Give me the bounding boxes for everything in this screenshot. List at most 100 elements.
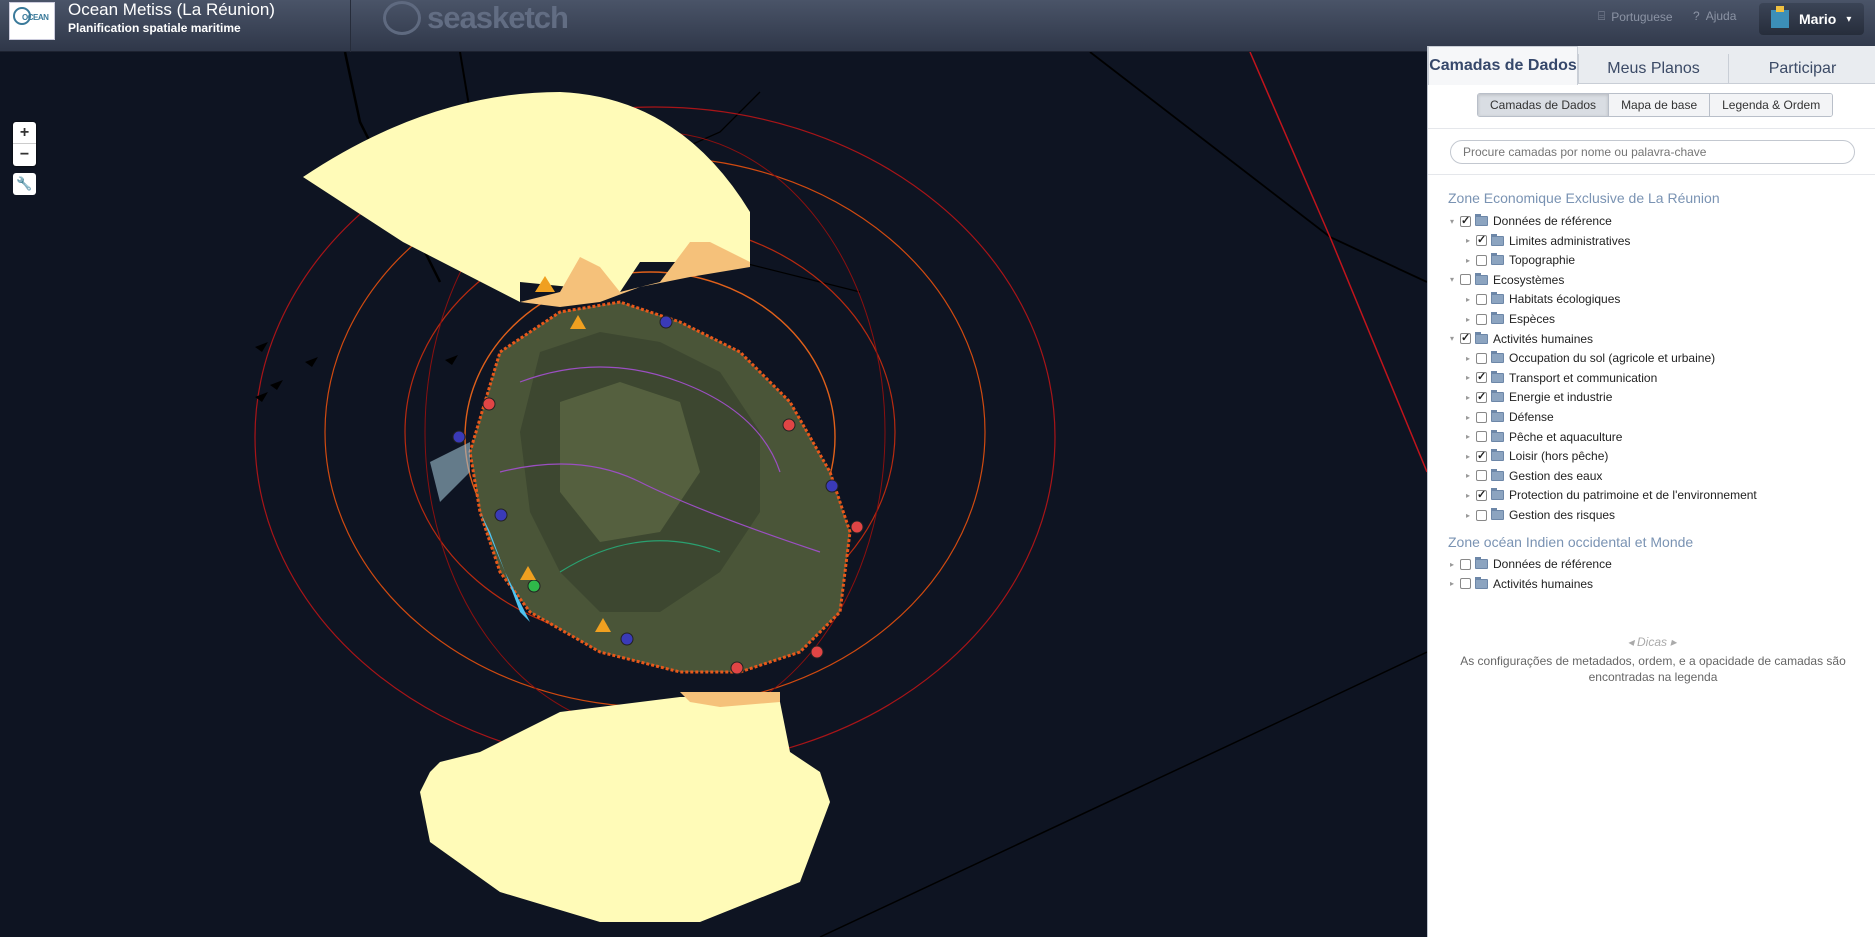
chevron-right-icon[interactable]: ▸ [1462, 295, 1474, 304]
layer-label: Habitats écologiques [1509, 292, 1621, 307]
chevron-down-icon[interactable]: ▾ [1446, 275, 1458, 284]
layer-tree-item[interactable]: ▸ Activités humaines [1446, 576, 1593, 592]
layer-tree-item[interactable]: ▸ Gestion des eaux [1462, 468, 1602, 484]
subtab-mapa-de-base[interactable]: Mapa de base [1609, 94, 1711, 116]
folder-icon [1491, 468, 1504, 481]
folder-icon [1491, 508, 1504, 520]
layer-checkbox[interactable] [1460, 331, 1471, 345]
project-title[interactable]: Ocean Metiss (La Réunion) [68, 0, 275, 20]
folder-icon [1475, 331, 1488, 344]
tips-nav: ◂ Dicas ▸ [1428, 635, 1875, 649]
chevron-right-icon[interactable]: ▸ [1462, 315, 1474, 324]
layer-tree-item[interactable]: ▾ Ecosystèmes [1446, 272, 1564, 288]
layer-checkbox[interactable] [1476, 254, 1487, 266]
chevron-right-icon[interactable]: ▸ [1462, 432, 1474, 441]
layer-label: Topographie [1509, 253, 1576, 268]
layer-label: Activités humaines [1493, 331, 1594, 346]
chevron-down-icon[interactable]: ▾ [1446, 334, 1458, 343]
chevron-right-icon[interactable]: ▸ [1462, 452, 1474, 461]
layer-checkbox[interactable] [1460, 558, 1471, 570]
chevron-right-icon[interactable]: ▸ [1670, 635, 1676, 649]
layer-label: Occupation du sol (agricole et urbaine) [1509, 351, 1716, 366]
layer-checkbox[interactable] [1460, 578, 1471, 590]
chevron-right-icon[interactable]: ▸ [1462, 256, 1474, 265]
layer-tree-item[interactable]: ▸ Limites administratives [1462, 233, 1630, 249]
layer-tree-item[interactable]: ▸ Loisir (hors pêche) [1462, 448, 1608, 464]
divider [1428, 128, 1875, 129]
layer-checkbox[interactable] [1476, 449, 1487, 462]
layer-tree-item[interactable]: ▸ Transport et communication [1462, 370, 1657, 386]
layer-tree-item[interactable]: ▸ Energie et industrie [1462, 389, 1612, 405]
layer-tree-item[interactable]: ▸ Défense [1462, 409, 1554, 425]
layer-tree-item[interactable]: ▾ Données de référence [1446, 213, 1612, 229]
layer-tree-item[interactable]: ▸ Protection du patrimoine et de l'enviro… [1462, 487, 1757, 503]
panel-tabs: Camadas de Dados Meus Planos Participar [1428, 46, 1875, 85]
seasketch-brand[interactable]: seasketch [383, 0, 569, 36]
layer-checkbox[interactable] [1476, 293, 1487, 305]
user-menu-button[interactable]: Mario ▾ [1759, 3, 1864, 35]
tab-meus-planos[interactable]: Meus Planos [1578, 54, 1728, 84]
layer-checkbox[interactable] [1476, 233, 1487, 247]
layers-panel: Camadas de Dados Meus Planos Participar … [1427, 46, 1875, 937]
chevron-right-icon[interactable]: ▸ [1446, 560, 1458, 569]
chevron-right-icon[interactable]: ▸ [1462, 471, 1474, 480]
wrench-tool-button[interactable]: 🔧 [13, 173, 36, 195]
chevron-right-icon[interactable]: ▸ [1462, 413, 1474, 422]
layer-label: Ecosystèmes [1493, 272, 1565, 287]
layer-checkbox[interactable] [1476, 488, 1487, 501]
chevron-down-icon: ▾ [1846, 13, 1852, 25]
layer-subtabs: Camadas de Dados Mapa de base Legenda & … [1477, 93, 1834, 117]
layer-label: Données de référence [1493, 557, 1612, 571]
layer-tree-item[interactable]: ▸ Occupation du sol (agricole et urbaine) [1462, 350, 1715, 366]
tab-participar[interactable]: Participar [1728, 54, 1875, 84]
chevron-right-icon[interactable]: ▸ [1462, 373, 1474, 382]
layer-checkbox[interactable] [1476, 509, 1487, 521]
chevron-right-icon[interactable]: ▸ [1462, 491, 1474, 500]
layer-tree-item[interactable]: ▸ Topographie [1462, 252, 1575, 268]
layer-checkbox[interactable] [1476, 352, 1487, 364]
layer-checkbox[interactable] [1476, 411, 1487, 423]
chevron-right-icon[interactable]: ▸ [1462, 393, 1474, 402]
layer-checkbox[interactable] [1476, 313, 1487, 325]
chevron-left-icon[interactable]: ◂ [1628, 635, 1634, 649]
brand-name: seasketch [427, 0, 569, 35]
zoom-control: + − [13, 122, 36, 166]
subtab-legenda-ordem[interactable]: Legenda & Ordem [1710, 94, 1833, 116]
layer-tree-item[interactable]: ▸ Gestion des risques [1462, 507, 1615, 523]
layer-checkbox[interactable] [1460, 214, 1471, 227]
chevron-right-icon[interactable]: ▸ [1462, 511, 1474, 520]
language-link[interactable]: ⌸ Portuguese [1598, 9, 1673, 24]
app-header: OCEAN Ocean Metiss (La Réunion) Planific… [0, 0, 1875, 52]
chevron-right-icon[interactable]: ▸ [1446, 579, 1458, 588]
layer-tree-item[interactable]: ▸ Données de référence [1446, 556, 1612, 572]
folder-icon [1475, 557, 1488, 569]
wrench-icon: 🔧 [16, 176, 33, 191]
help-link[interactable]: ? Ajuda [1693, 9, 1736, 23]
zoom-in-button[interactable]: + [13, 122, 36, 144]
subtab-camadas-de-dados[interactable]: Camadas de Dados [1478, 94, 1610, 116]
layer-tree-item[interactable]: ▸ Pêche et aquaculture [1462, 429, 1622, 445]
layer-search-input[interactable] [1450, 140, 1855, 164]
project-subtitle: Planification spatiale maritime [68, 21, 241, 35]
folder-icon [1491, 449, 1504, 462]
layer-tree-item[interactable]: ▸ Habitats écologiques [1462, 291, 1620, 307]
layer-checkbox[interactable] [1476, 370, 1487, 384]
project-logo[interactable]: OCEAN [9, 2, 55, 40]
zoom-out-button[interactable]: − [13, 144, 36, 166]
layer-checkbox[interactable] [1460, 274, 1471, 286]
layer-label: Loisir (hors pêche) [1509, 449, 1609, 464]
help-label: Ajuda [1705, 9, 1737, 23]
tab-camadas-de-dados[interactable]: Camadas de Dados [1428, 46, 1578, 85]
layer-checkbox[interactable] [1476, 390, 1487, 403]
folder-icon [1491, 253, 1504, 266]
chevron-right-icon[interactable]: ▸ [1462, 354, 1474, 363]
layer-label: Gestion des risques [1509, 508, 1616, 522]
layer-tree-item[interactable]: ▾ Activités humaines [1446, 331, 1593, 347]
layer-tree-item[interactable]: ▸ Espèces [1462, 311, 1555, 327]
chevron-down-icon[interactable]: ▾ [1446, 217, 1458, 226]
layer-label: Pêche et aquaculture [1509, 429, 1623, 444]
chevron-right-icon[interactable]: ▸ [1462, 236, 1474, 245]
map-canvas[interactable]: + − 🔧 [0, 52, 1427, 937]
layer-checkbox[interactable] [1476, 470, 1487, 482]
layer-checkbox[interactable] [1476, 431, 1487, 443]
